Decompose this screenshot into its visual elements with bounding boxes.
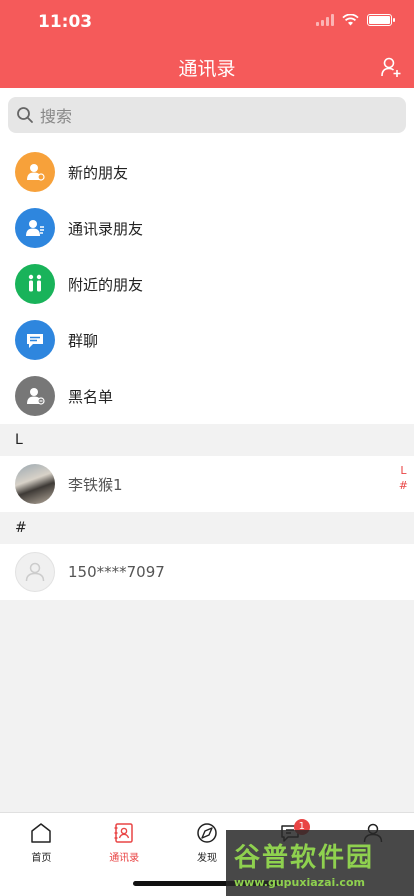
contact-name: 李铁猴1 — [68, 475, 123, 494]
menu-group-chat[interactable]: 群聊 — [0, 312, 414, 368]
menu-new-friends[interactable]: 新的朋友 — [0, 144, 414, 200]
menu-contact-friends[interactable]: 通讯录朋友 — [0, 200, 414, 256]
group-chat-icon — [15, 320, 55, 360]
page-title: 通讯录 — [178, 58, 236, 80]
contact-friends-icon — [15, 208, 55, 248]
tab-label: 发现 — [196, 853, 217, 864]
menu-label: 附近的朋友 — [68, 275, 144, 294]
avatar — [15, 552, 55, 592]
compass-icon — [197, 823, 217, 843]
search-input[interactable]: 搜索 — [8, 97, 406, 133]
search-section: 搜索 — [0, 88, 414, 144]
tab-home[interactable]: 首页 — [0, 813, 83, 896]
blacklist-icon — [15, 376, 55, 416]
status-time: 11:03 — [38, 12, 93, 32]
new-friend-icon — [15, 152, 55, 192]
index-letter[interactable]: L — [400, 463, 406, 478]
menu-blacklist[interactable]: 黑名单 — [0, 368, 414, 424]
tab-label: 首页 — [31, 853, 52, 864]
contact-name: 150****7097 — [68, 563, 165, 581]
menu-label: 新的朋友 — [68, 163, 129, 182]
avatar — [15, 464, 55, 504]
contact-row[interactable]: 150****7097 — [0, 544, 414, 600]
menu-nearby-friends[interactable]: 附近的朋友 — [0, 256, 414, 312]
function-menu: 新的朋友 通讯录朋友 附近的朋友 群聊 黑名单 — [0, 144, 414, 424]
search-icon — [17, 107, 33, 123]
wifi-icon — [342, 14, 359, 26]
tab-label: 通讯录 — [109, 853, 140, 864]
watermark-title: 谷普软件园 — [234, 843, 375, 873]
status-bar: 11:03 — [0, 0, 414, 44]
watermark: 谷普软件园 www.gupuxiazai.com — [226, 830, 414, 896]
index-letter[interactable]: # — [399, 478, 408, 493]
home-icon — [31, 823, 52, 843]
nearby-friends-icon — [15, 264, 55, 304]
menu-label: 通讯录朋友 — [68, 219, 144, 238]
watermark-url: www.gupuxiazai.com — [234, 876, 365, 889]
contacts-book-icon — [114, 823, 133, 843]
add-contact-icon[interactable] — [380, 56, 402, 78]
signal-icon — [316, 14, 334, 26]
header: 11:03 通讯录 — [0, 0, 414, 88]
contact-row[interactable]: 李铁猴1 — [0, 456, 414, 512]
section-header-l: L — [0, 424, 414, 456]
alphabet-index[interactable]: L # — [399, 463, 408, 493]
section-header-hash: # — [0, 512, 414, 544]
menu-label: 黑名单 — [68, 387, 114, 406]
menu-label: 群聊 — [68, 331, 99, 350]
search-placeholder: 搜索 — [40, 107, 73, 126]
battery-icon — [367, 14, 395, 26]
status-icons — [316, 14, 395, 26]
user-placeholder-icon — [25, 562, 45, 582]
